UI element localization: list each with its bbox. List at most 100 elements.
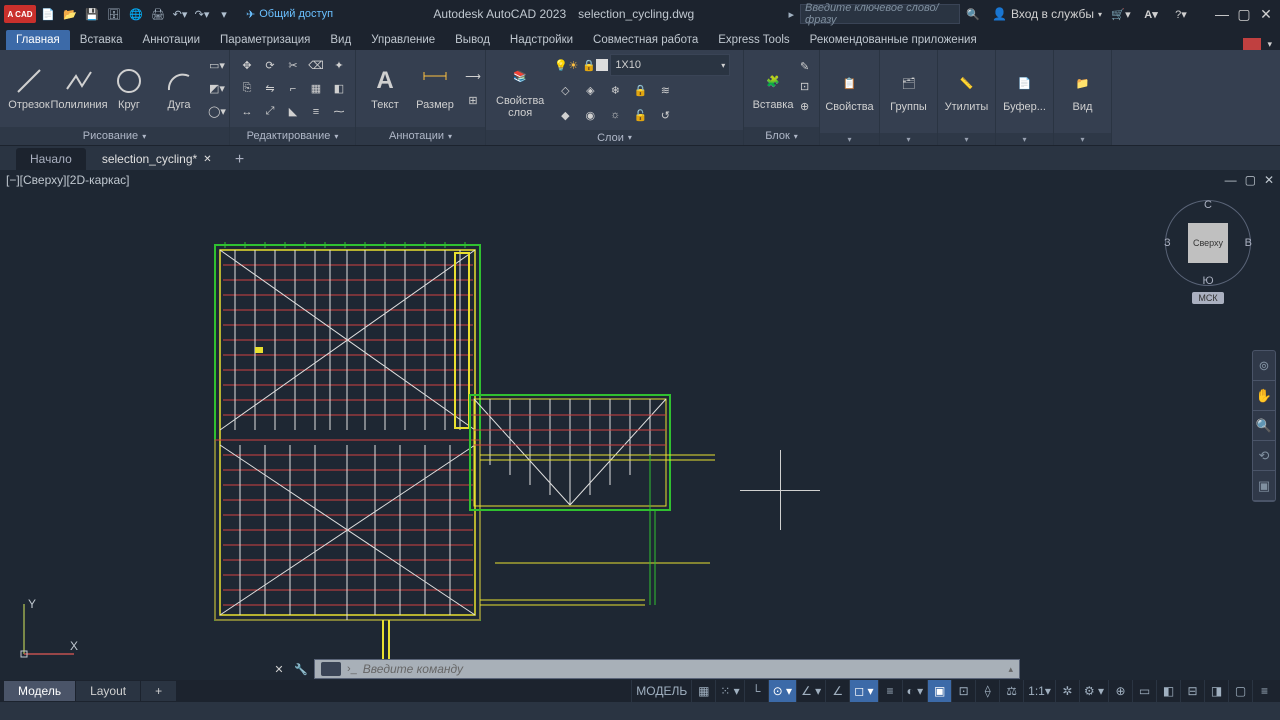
search-icon[interactable]: 🔍 <box>962 3 984 25</box>
snap-icon[interactable]: ⁙ ▾ <box>715 680 743 702</box>
command-input[interactable]: ›_ Введите команду ▴ <box>314 659 1020 679</box>
search-arrow-icon[interactable]: ▸ <box>789 8 795 21</box>
nav-showmotion-icon[interactable]: ▣ <box>1253 471 1275 501</box>
file-tab[interactable]: selection_cycling*✕ <box>88 148 226 170</box>
viewcube-south[interactable]: Ю <box>1202 275 1213 287</box>
viewcube-face[interactable]: Сверху <box>1188 223 1228 263</box>
exchange-icon[interactable]: 🛒▾ <box>1110 3 1132 25</box>
nav-orbit-icon[interactable]: ⟲ <box>1253 441 1275 471</box>
block-edit-icon[interactable]: ✎ <box>800 60 818 78</box>
nav-pan-icon[interactable]: ✋ <box>1253 381 1275 411</box>
panel-utils-drop[interactable]: ▾ <box>938 133 995 145</box>
redo-icon[interactable]: ↷▾ <box>192 4 212 24</box>
tab-home[interactable]: Главная <box>6 30 70 50</box>
panel-view-drop[interactable]: ▾ <box>1054 133 1111 145</box>
tab-insert[interactable]: Вставка <box>70 30 133 50</box>
app-store-icon[interactable]: A▾ <box>1140 3 1162 25</box>
view-cube[interactable]: С Ю З В Сверху МСК <box>1164 200 1252 320</box>
new-icon[interactable]: 📄 <box>38 4 58 24</box>
app-logo[interactable]: A CAD <box>4 5 36 23</box>
groups-icon[interactable]: 🗂 <box>893 71 925 97</box>
ellipse-icon[interactable]: ◯▾ <box>206 101 228 123</box>
scale-icon[interactable]: ⤢ <box>259 101 281 123</box>
saveas-icon[interactable]: 🗄 <box>104 4 124 24</box>
panel-layers-title[interactable]: Слои▾ <box>486 130 743 145</box>
save-icon[interactable]: 💾 <box>82 4 102 24</box>
dynamic-ucs-icon[interactable]: ⟠ <box>975 680 999 702</box>
isodraft-icon[interactable]: ∠ ▾ <box>796 680 825 702</box>
tab-manage[interactable]: Управление <box>361 30 445 50</box>
panel-annot-title[interactable]: Аннотации▾ <box>356 127 485 145</box>
annotation-monitor-icon[interactable]: ⊕ <box>1108 680 1132 702</box>
status-model-space[interactable]: МОДЕЛЬ <box>631 680 691 702</box>
layer-prev-icon[interactable]: ↺ <box>654 104 676 126</box>
layer-uniso-icon[interactable]: ◉ <box>579 104 601 126</box>
nav-wheel-icon[interactable]: ⊚ <box>1253 351 1275 381</box>
circle-button[interactable]: Круг <box>106 63 152 113</box>
vp-close-icon[interactable]: ✕ <box>1264 173 1274 187</box>
erase-icon[interactable]: ⌫ <box>305 55 327 77</box>
text-button[interactable]: AТекст <box>362 63 408 113</box>
line-button[interactable]: Отрезок <box>6 63 52 113</box>
annoscale-icon[interactable]: ⚖ <box>999 680 1023 702</box>
layer-unlock-icon[interactable]: 🔓 <box>629 104 651 126</box>
offset-icon[interactable]: ◧ <box>328 78 350 100</box>
panel-props-drop[interactable]: ▾ <box>820 133 879 145</box>
mirror-icon[interactable]: ⇋ <box>259 78 281 100</box>
panel-block-title[interactable]: Блок▾ <box>744 127 819 145</box>
chamfer-icon[interactable]: ◣ <box>282 101 304 123</box>
hatch-icon[interactable]: ◩▾ <box>206 78 228 100</box>
grid-icon[interactable]: ▦ <box>691 680 715 702</box>
viewcube-east[interactable]: В <box>1245 237 1252 249</box>
move-icon[interactable]: ✥ <box>236 55 258 77</box>
osnap-icon[interactable]: ◻ ▾ <box>849 680 877 702</box>
annotation-visibility-icon[interactable]: ✲ <box>1055 680 1079 702</box>
drawing-canvas[interactable]: Y X С Ю З В Сверху МСК ⊚ ✋ 🔍 ⟲ ▣ ✕ 🔧 ›_ … <box>0 190 1280 680</box>
array-icon[interactable]: ▦ <box>305 78 327 100</box>
copy-icon[interactable]: ⎘ <box>236 78 258 100</box>
ucs-icon[interactable]: Y X <box>14 594 84 664</box>
break-icon[interactable]: ⁓ <box>328 101 350 123</box>
undo-icon[interactable]: ↶▾ <box>170 4 190 24</box>
lock-ui-icon[interactable]: ⊟ <box>1180 680 1204 702</box>
layer-freeze-icon[interactable]: ☀ <box>568 59 580 71</box>
dimension-button[interactable]: Размер <box>412 63 458 113</box>
block-create-icon[interactable]: ⊕ <box>800 100 818 118</box>
panel-groups-drop[interactable]: ▾ <box>880 133 937 145</box>
tab-annotate[interactable]: Аннотации <box>133 30 210 50</box>
clean-screen-icon[interactable]: ▢ <box>1228 680 1252 702</box>
explode-icon[interactable]: ✦ <box>328 55 350 77</box>
model-tab[interactable]: Модель <box>4 681 76 701</box>
viewcube-north[interactable]: С <box>1204 199 1212 211</box>
command-config-icon[interactable]: 🔧 <box>292 663 310 676</box>
arc-button[interactable]: Дуга <box>156 63 202 113</box>
layer-iso-icon[interactable]: ◈ <box>579 79 601 101</box>
minimize-icon[interactable]: — <box>1212 4 1232 24</box>
leader-icon[interactable]: ⟶ <box>462 66 484 88</box>
tab-addins[interactable]: Надстройки <box>500 30 583 50</box>
qat-more-icon[interactable]: ▾ <box>214 4 234 24</box>
lineweight-icon[interactable]: ≡ <box>878 680 902 702</box>
rect-icon[interactable]: ▭▾ <box>206 55 228 77</box>
trim-icon[interactable]: ✂ <box>282 55 304 77</box>
new-tab-button[interactable]: + <box>228 150 252 170</box>
clipboard-icon[interactable]: 📄 <box>1009 71 1041 97</box>
stretch-icon[interactable]: ↔ <box>236 101 258 123</box>
plot-icon[interactable]: 🖨 <box>148 4 168 24</box>
rotate-icon[interactable]: ⟳ <box>259 55 281 77</box>
layer-on2-icon[interactable]: ◆ <box>554 104 576 126</box>
layer-lock2-icon[interactable]: 🔒 <box>629 79 651 101</box>
otrack-icon[interactable]: ∠ <box>825 680 849 702</box>
close-icon[interactable]: ✕ <box>1256 4 1276 24</box>
utilities-icon[interactable]: 📏 <box>951 71 983 97</box>
insert-block-button[interactable]: 🧩Вставка <box>750 63 796 113</box>
panel-clip-drop[interactable]: ▾ <box>996 133 1053 145</box>
layer-thaw-icon[interactable]: ☼ <box>604 104 626 126</box>
scale-combo[interactable]: 1:1 ▾ <box>1023 680 1055 702</box>
polyline-button[interactable]: Полилиния <box>56 63 102 113</box>
open-icon[interactable]: 📂 <box>60 4 80 24</box>
viewport-label[interactable]: [−][Сверху][2D-каркас] <box>6 173 130 187</box>
maximize-icon[interactable]: ▢ <box>1234 4 1254 24</box>
tab-output[interactable]: Вывод <box>445 30 500 50</box>
ortho-icon[interactable]: └ <box>744 680 768 702</box>
